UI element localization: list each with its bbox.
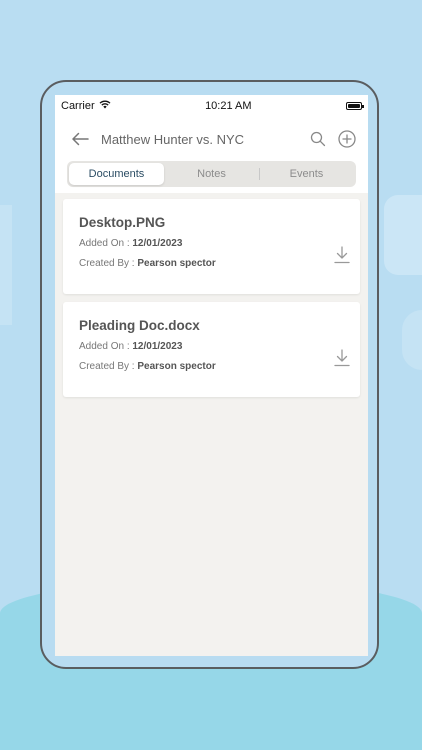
document-card[interactable]: Pleading Doc.docx Added On : 12/01/2023 … bbox=[63, 302, 360, 397]
created-by-value: Pearson spector bbox=[137, 258, 216, 269]
carrier-label: Carrier bbox=[61, 100, 95, 112]
created-by-label: Created By : bbox=[79, 258, 138, 269]
added-on-value: 12/01/2023 bbox=[132, 341, 183, 352]
background-shape-right bbox=[384, 195, 422, 275]
document-card[interactable]: Desktop.PNG Added On : 12/01/2023 Create… bbox=[63, 199, 360, 294]
add-circle-icon[interactable] bbox=[338, 130, 356, 148]
document-list: Desktop.PNG Added On : 12/01/2023 Create… bbox=[55, 193, 368, 411]
back-arrow-icon[interactable] bbox=[71, 132, 89, 146]
tabs-container: Documents Notes Events bbox=[55, 161, 368, 193]
added-on-label: Added On : bbox=[79, 341, 133, 352]
nav-header: Matthew Hunter vs. NYC bbox=[55, 117, 368, 161]
added-on-row: Added On : 12/01/2023 bbox=[79, 341, 344, 352]
status-bar: Carrier 10:21 AM bbox=[55, 95, 368, 117]
wifi-icon bbox=[99, 100, 111, 112]
added-on-row: Added On : 12/01/2023 bbox=[79, 238, 344, 249]
download-icon[interactable] bbox=[334, 246, 350, 264]
status-time: 10:21 AM bbox=[205, 100, 252, 112]
device-frame: Carrier 10:21 AM Matthew Hunter vs. NYC … bbox=[40, 80, 379, 669]
tab-notes[interactable]: Notes bbox=[164, 163, 259, 185]
status-left: Carrier bbox=[61, 100, 111, 112]
added-on-label: Added On : bbox=[79, 238, 133, 249]
tab-documents[interactable]: Documents bbox=[69, 163, 164, 185]
created-by-row: Created By : Pearson spector bbox=[79, 361, 344, 372]
page-title: Matthew Hunter vs. NYC bbox=[101, 131, 245, 147]
tab-events[interactable]: Events bbox=[259, 163, 354, 185]
background-shape-right-small bbox=[402, 310, 422, 370]
created-by-label: Created By : bbox=[79, 361, 138, 372]
background-shape-left bbox=[0, 205, 12, 325]
document-name: Desktop.PNG bbox=[79, 215, 166, 230]
document-name: Pleading Doc.docx bbox=[79, 318, 200, 333]
created-by-value: Pearson spector bbox=[137, 361, 216, 372]
download-icon[interactable] bbox=[334, 349, 350, 367]
app-screen: Carrier 10:21 AM Matthew Hunter vs. NYC … bbox=[55, 95, 368, 656]
segmented-control: Documents Notes Events bbox=[67, 161, 356, 187]
search-icon[interactable] bbox=[310, 131, 326, 147]
battery-icon bbox=[345, 102, 364, 110]
created-by-row: Created By : Pearson spector bbox=[79, 258, 344, 269]
added-on-value: 12/01/2023 bbox=[132, 238, 183, 249]
